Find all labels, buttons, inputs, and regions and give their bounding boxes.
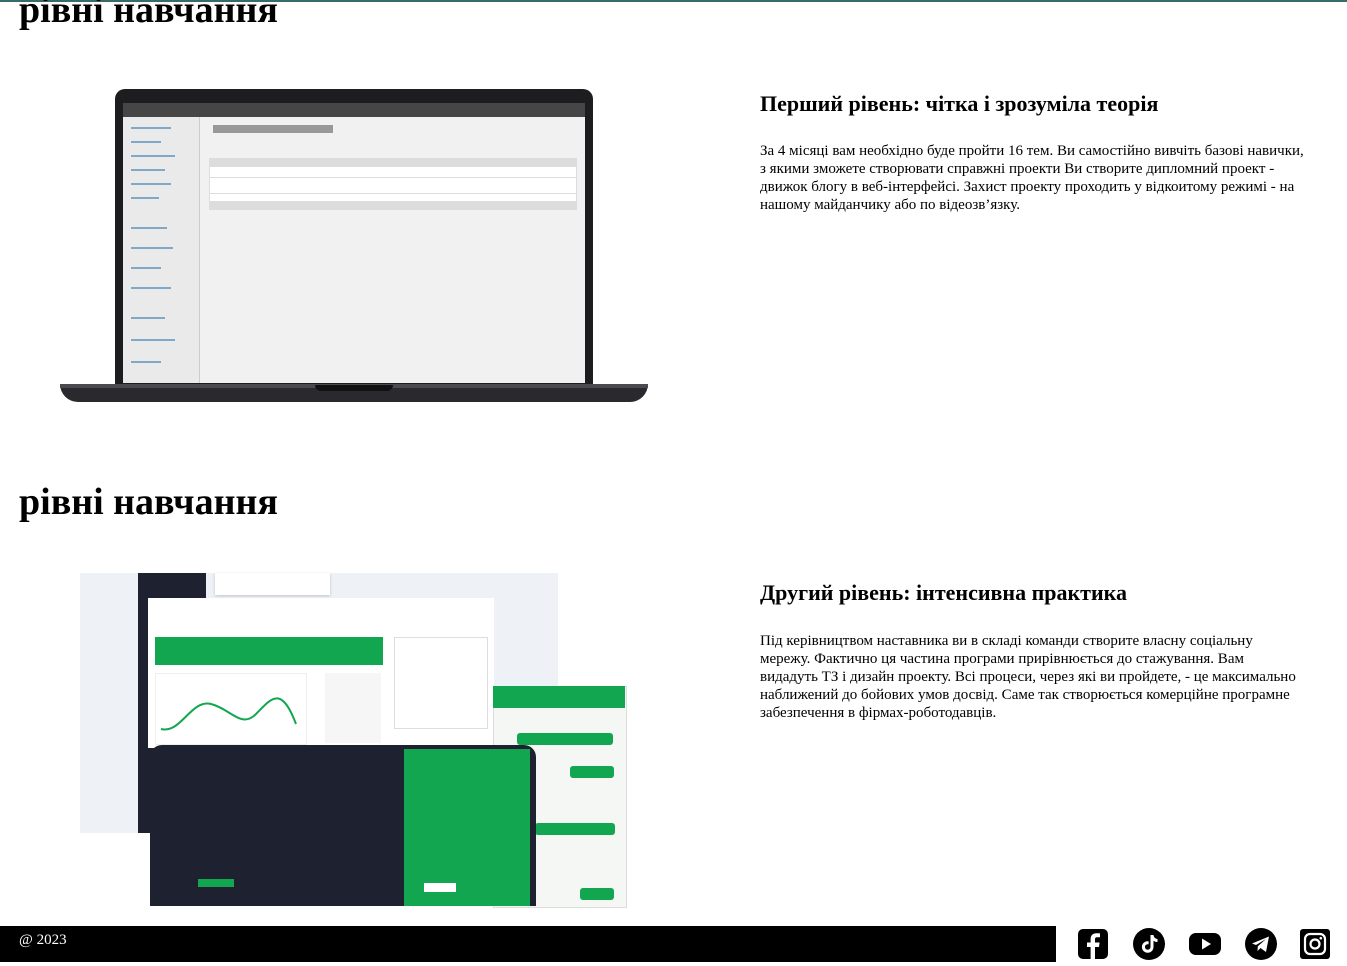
level-description: Під керівництвом наставника ви в складі … (760, 633, 1296, 721)
tiktok-icon[interactable] (1132, 927, 1166, 961)
footer-copyright: @ 2023 (19, 932, 67, 948)
dashboard-collage-image (80, 573, 627, 908)
section-title: рівні навчання (19, 481, 278, 523)
facebook-icon[interactable] (1076, 927, 1110, 961)
laptop-screenshot-image (60, 89, 648, 421)
footer-bar (0, 926, 1056, 962)
section-title: рівні навчання (19, 0, 278, 31)
telegram-icon[interactable] (1244, 927, 1278, 961)
level-heading: Перший рівень: чітка і зрозуміла теорія (760, 91, 1159, 116)
youtube-icon[interactable] (1188, 927, 1222, 961)
level-description: За 4 місяці вам необхідно буде пройти 16… (760, 143, 1304, 213)
level-heading: Другий рівень: інтенсивна практика (760, 580, 1127, 605)
instagram-icon[interactable] (1298, 927, 1332, 961)
